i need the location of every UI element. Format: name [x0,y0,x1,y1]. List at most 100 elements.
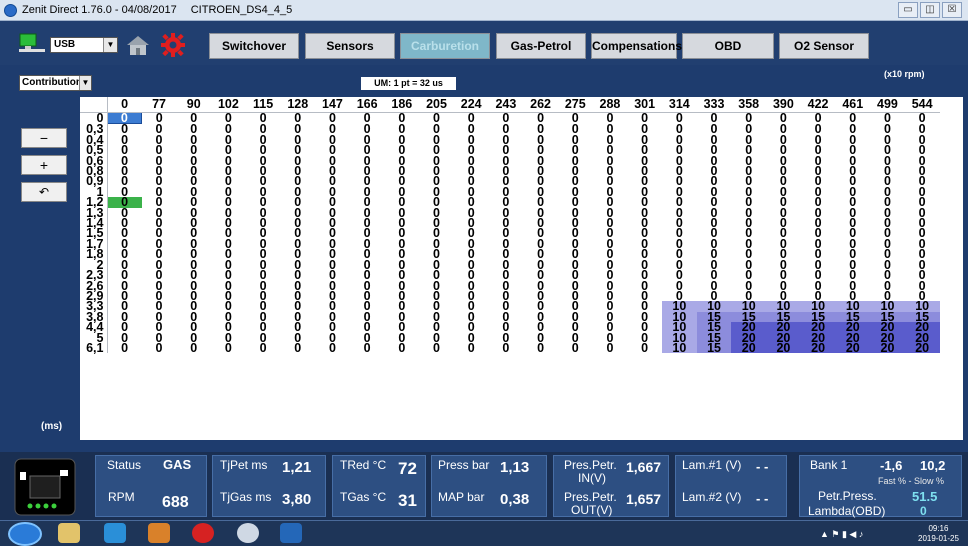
map-cell[interactable]: 20 [766,341,801,354]
explorer-icon[interactable] [58,523,80,543]
map-cell[interactable]: 0 [523,341,558,354]
status-label: Status [107,458,142,472]
rpm-column-header: 102 [211,97,246,113]
ecu-connection-icon [14,458,76,516]
map-cell[interactable]: 20 [835,341,871,354]
internet-explorer-icon[interactable] [104,523,126,543]
rpm-column-header: 128 [280,97,316,113]
map-row: 0,8 0 0 0 0 0 0 0 0 0 0 0 0 0 0 0 0 0 0 0 0 0 0 0 0 [80,165,940,178]
rpm-column-header: 333 [696,97,732,113]
lam1-label: Lam.#1 (V) [682,458,742,472]
map-row: 2,3 0 0 0 0 0 0 0 0 0 0 0 0 0 0 0 0 0 0 0 0 0 0 0 0 [80,269,940,282]
rpm-column-header: 499 [870,97,905,113]
tab-compensations[interactable]: Compensations [591,33,682,59]
app-icon [4,3,17,17]
map-cell[interactable]: 20 [731,341,767,354]
rpm-column-header: 275 [557,97,593,113]
tab-obd[interactable]: OBD [682,33,774,59]
rpm-column-header: 358 [731,97,767,113]
map-cell[interactable]: 0 [489,341,524,354]
windows-start-icon[interactable] [8,522,42,546]
chat-app-icon[interactable] [237,523,259,543]
ms-row-header: 6,1 [80,341,108,354]
ms-unit-label: (ms) [41,421,63,432]
map-cell[interactable]: 0 [385,341,420,354]
port-select[interactable]: USB ▼ [50,37,118,53]
map-cell[interactable]: 20 [904,341,940,354]
tab-carburetion[interactable]: Carburetion [400,33,490,59]
map-cell[interactable]: 0 [142,341,177,354]
undo-button[interactable]: ↶ [21,182,67,202]
close-button[interactable]: ☒ [942,2,962,18]
petrol-pressure-panel: Pres.Petr. IN(V) 1,667 Pres.Petr. OUT(V)… [553,455,669,517]
decrease-button[interactable]: − [21,128,67,148]
petr-press-label: Petr.Press. [818,489,877,503]
map-row: 0,6 0 0 0 0 0 0 0 0 0 0 0 0 0 0 0 0 0 0 0 0 0 0 0 0 [80,154,940,167]
map-row: 2000000000000000000000000 [80,258,940,271]
increase-button[interactable]: + [21,155,67,175]
computer-icon[interactable] [18,33,46,53]
title-bar: Zenit Direct 1.76.0 - 04/08/2017 CITROEN… [0,0,968,21]
unit-indicator: UM: 1 pt = 32 us [361,77,456,90]
clock-date: 2019-01-25 [918,534,959,543]
zenit-app-icon[interactable] [280,523,302,543]
map-cell[interactable]: 20 [870,341,905,354]
status-value: GAS [163,457,192,472]
tab-o2-sensor[interactable]: O2 Sensor [779,33,869,59]
map-cell[interactable]: 0 [246,341,281,354]
minimize-button[interactable]: ▭ [898,2,918,18]
gear-icon[interactable] [161,33,185,57]
rpm-column-header: 288 [592,97,628,113]
map-row: 0,5 0 0 0 0 0 0 0 0 0 0 0 0 0 0 0 0 0 0 0 0 0 0 0 0 [80,144,940,157]
system-tray[interactable]: ▲ ⚑ ▮ ◀ ♪ [820,529,863,540]
tred-value: 72 [398,459,417,478]
port-value: USB [54,39,76,50]
map-cell[interactable]: 0 [280,341,315,354]
rpm-column-header: 147 [315,97,350,113]
map-cell[interactable]: 0 [454,341,489,354]
tab-sensors[interactable]: Sensors [305,33,395,59]
map-row: 1,2 0 0 0 0 0 0 0 0 0 0 0 0 0 0 0 0 0 0 0 0 0 0 0 0 [80,196,940,209]
maximize-button[interactable]: ◫ [920,2,940,18]
map-row: 1,4 0 0 0 0 0 0 0 0 0 0 0 0 0 0 0 0 0 0 0 0 0 0 0 0 [80,217,940,230]
map-cell[interactable]: 0 [558,341,593,354]
map-cell[interactable]: 0 [315,341,350,354]
rpm-value: 688 [162,494,189,511]
rpm-column-header: 314 [662,97,697,113]
map-cell[interactable]: 15 [696,341,732,354]
lambda-panel: Lam.#1 (V) - - Lam.#2 (V) - - [675,455,787,517]
map-cell[interactable]: 10 [662,341,697,354]
map-row: 1,7 0 0 0 0 0 0 0 0 0 0 0 0 0 0 0 0 0 0 0 0 0 0 0 0 [80,237,940,250]
map-cell[interactable]: 0 [107,341,142,354]
tgas-label: TGas °C [340,490,387,504]
map-cell[interactable]: 0 [419,341,454,354]
map-cell[interactable]: 0 [176,341,211,354]
map-row: 1000000000000000000000000 [80,185,940,198]
tab-gas-petrol[interactable]: Gas-Petrol [496,33,586,59]
media-player-icon[interactable] [148,523,170,543]
map-row: 1,8 0 0 0 0 0 0 0 0 0 0 0 0 0 0 0 0 0 0 0 0 0 0 0 0 [80,248,940,261]
rpm-column-header: 390 [766,97,801,113]
map-cell[interactable]: 0 [350,341,385,354]
rpm-column-header: 224 [453,97,489,113]
map-cell[interactable]: 20 [800,341,836,354]
rpm-column-header: 262 [523,97,558,113]
mode-select[interactable]: Contribution ▼ [19,75,92,91]
carburetion-map: 0 77 90 102 115 128 147 166 186 205 224 243 262 275 28… [80,97,963,440]
clock-time: 09:16 [928,524,949,533]
map-row: 0,3 0 0 0 0 0 0 0 0 0 0 0 0 0 0 0 0 0 0 0 0 0 0 0 0 [80,123,940,136]
bank-panel: Bank 1 -1,6 10,2 Fast % - Slow % Petr.Pr… [799,455,962,518]
map-cell[interactable]: 0 [593,341,628,354]
home-icon[interactable] [125,34,151,56]
rpm-label: RPM [108,490,135,504]
window-title: Zenit Direct 1.76.0 - 04/08/2017 [22,4,177,16]
prespetr-in-unit: IN(V) [578,471,606,485]
opera-icon[interactable] [192,523,214,543]
map-table: 0 77 90 102 115 128 147 166 186 205 224 243 262 275 28… [80,97,940,354]
taskbar-clock[interactable]: 09:16 2019-01-25 [918,524,959,544]
map-cell[interactable]: 0 [211,341,246,354]
lambda-obd-label: Lambda(OBD) [808,504,886,518]
map-cell[interactable]: 0 [627,341,662,354]
rpm-column-header: 243 [488,97,524,113]
tab-switchover[interactable]: Switchover [209,33,299,59]
